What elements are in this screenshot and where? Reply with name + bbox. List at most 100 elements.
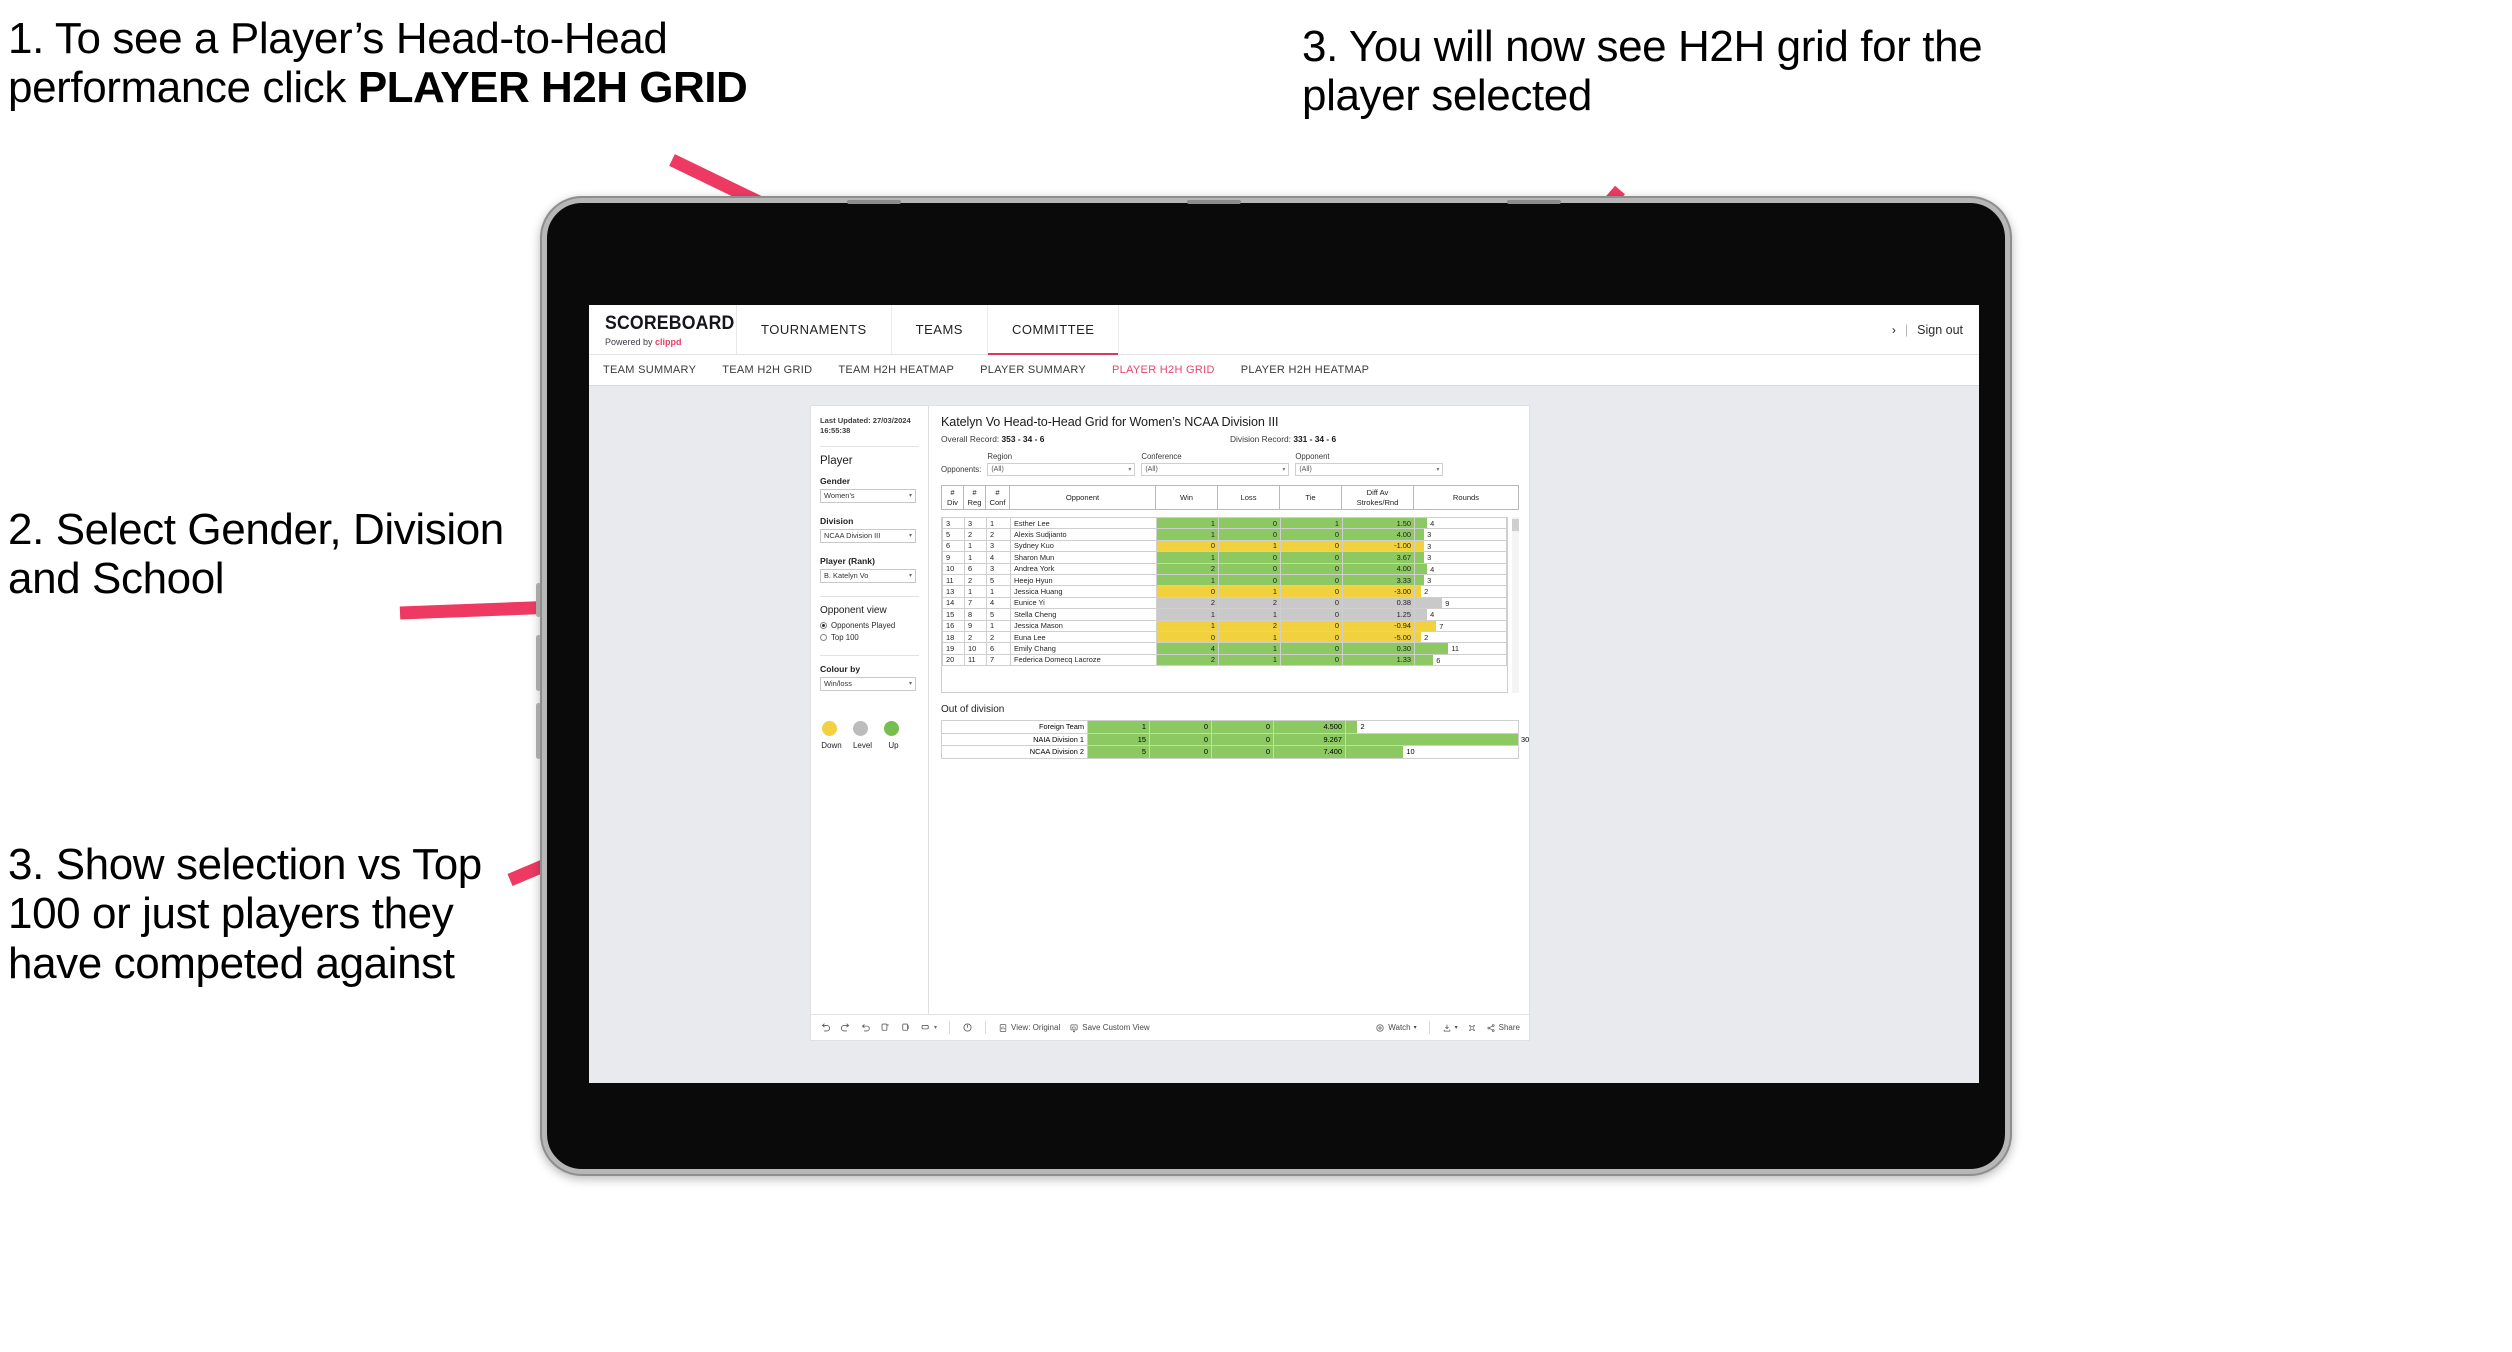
table-cell: 1 [1280,517,1343,530]
table-cell: 6 [942,539,965,553]
division-select[interactable]: NCAA Division III ▾ [820,528,916,543]
dashboard-card: Last Updated: 27/03/2024 16:55:38 Player… [811,406,1529,1040]
out-of-division-row[interactable]: NCAA Division 2 5 0 0 7.400 10 [941,745,1519,759]
refresh-icon[interactable] [880,1022,891,1033]
vertical-scrollbar[interactable] [1512,517,1519,693]
sub-nav-team-h2h-heatmap[interactable]: TEAM H2H HEATMAP [838,364,954,376]
share-button[interactable]: Share [1486,1023,1520,1033]
filter-division-label: Division [820,515,854,526]
table-row[interactable]: 18 2 2 Euna Lee 0 1 0 -5.00 2 [942,630,1507,644]
undo-icon[interactable] [820,1022,831,1033]
top-nav-committee[interactable]: COMMITTEE [987,305,1120,355]
sub-nav-player-h2h-grid[interactable]: PLAYER H2H GRID [1112,364,1215,376]
table-cell: 0 [1156,585,1219,598]
colour-by-select[interactable]: Win/loss ▾ [820,676,916,691]
out-of-division-table: Foreign Team 1 0 0 4.500 2 NAIA Division 1 15 0 0… [941,720,1529,759]
sub-nav-player-summary[interactable]: PLAYER SUMMARY [980,364,1086,376]
download-button[interactable]: ▾ [1442,1023,1458,1033]
table-row[interactable]: 15 8 5 Stella Cheng 1 1 0 1.25 4 [942,608,1507,621]
gender-select[interactable]: Women’s ▾ [820,488,916,503]
sub-nav-player-h2h-heatmap[interactable]: PLAYER H2H HEATMAP [1241,364,1369,376]
rounds-bar-cell: 4 [1414,562,1507,575]
slide-canvas: 1. To see a Player’s Head-to-Head perfor… [0,0,2512,1352]
table-row[interactable]: 6 1 3 Sydney Kuo 0 1 0 -1.00 3 [942,539,1507,553]
watch-button[interactable]: Watch ▾ [1375,1023,1417,1033]
table-cell: 4.00 [1342,562,1415,575]
table-cell: Federica Domecq Lacroze [1010,653,1157,667]
table-cell: 1 [1218,539,1281,553]
radio-selected-icon [820,621,827,629]
chevron-right-icon[interactable]: › [1892,323,1896,337]
toolbar-divider [985,1021,987,1034]
table-cell: 2 [964,528,987,541]
rounds-bar-cell: 7 [1414,619,1507,632]
table-row[interactable]: 5 2 2 Alexis Sudjianto 1 0 0 4.00 3 [942,528,1507,541]
opponent-view-title: Opponent view [820,604,887,616]
table-row[interactable]: 3 3 1 Esther Lee 1 0 1 1.50 4 [942,517,1507,530]
table-header-cell: Loss [1217,485,1280,510]
view-original-button[interactable]: View: Original [998,1023,1060,1033]
top-nav-tournaments-label: TOURNAMENTS [761,322,867,337]
table-cell: 19 [942,642,965,655]
sub-nav-team-summary[interactable]: TEAM SUMMARY [603,364,696,376]
opponent-select[interactable]: (All) ▾ [1295,463,1444,476]
brand-logo[interactable]: SCOREBOARD Powered by clippd [589,305,737,354]
share-label: Share [1498,1023,1520,1032]
table-cell: 1 [986,517,1011,530]
table-header-cell: # Div [941,485,964,510]
sub-nav-team-h2h-grid[interactable]: TEAM H2H GRID [722,364,812,376]
app-header: SCOREBOARD Powered by clippd TOURNAMENTS… [589,305,1979,355]
table-row[interactable]: 13 1 1 Jessica Huang 0 1 0 -3.00 2 [942,585,1507,598]
table-row[interactable]: 10 6 3 Andrea York 2 0 0 4.00 4 [942,562,1507,575]
legend-label-up: Up [888,740,899,750]
region-select-value: (All) [991,466,1004,473]
top-nav-tournaments[interactable]: TOURNAMENTS [737,305,892,354]
radio-top-100[interactable]: Top 100 [820,633,919,642]
player-select[interactable]: B. Katelyn Vo ▾ [820,568,916,583]
table-cell: 0 [1149,745,1212,759]
scrollbar-thumb[interactable] [1512,519,1519,531]
header-account-area: › | Sign out [1892,305,1979,354]
region-select[interactable]: (All) ▾ [987,463,1136,476]
conference-select[interactable]: (All) ▾ [1141,463,1290,476]
radio-opponents-played[interactable]: Opponents Played [820,621,919,630]
table-row[interactable]: 16 9 1 Jessica Mason 1 2 0 -0.94 7 [942,619,1507,632]
sign-out-link[interactable]: Sign out [1917,323,1963,337]
table-cell: Jessica Mason [1010,619,1157,632]
table-cell: 0 [1280,585,1343,598]
table-cell: Stella Cheng [1010,608,1157,621]
save-custom-view-button[interactable]: Save Custom View [1069,1023,1150,1033]
redo-icon[interactable] [840,1022,851,1033]
brand-tagline: Powered by clippd [605,337,736,347]
revert-icon[interactable] [860,1022,871,1033]
table-row[interactable]: 14 7 4 Eunice Yi 2 2 0 0.38 9 [942,596,1507,610]
table-cell: 3 [986,539,1011,553]
filter-player-label: Player (Rank) [820,555,875,566]
table-header-cell: Opponent [1009,485,1156,510]
out-of-division-row[interactable]: Foreign Team 1 0 0 4.500 2 [941,720,1519,734]
filter-opponent-view: Opponent view Opponents Played Top 100 [820,605,919,642]
table-cell: 7 [986,653,1011,667]
fit-dropdown[interactable]: ▾ [920,1022,937,1033]
table-cell: 0 [1211,745,1274,759]
rounds-bar-cell: 3 [1414,528,1507,541]
overall-record-label: Overall Record: [941,434,1000,444]
legend-swatch-up [884,720,899,736]
top-nav-teams[interactable]: TEAMS [892,305,988,354]
filter-colour-by: Colour by Win/loss ▾ [820,664,919,691]
table-cell: 3.67 [1342,551,1415,564]
table-cell: 1 [1218,642,1281,655]
table-cell: 0 [1280,619,1343,632]
table-row[interactable]: 20 11 7 Federica Domecq Lacroze 2 1 0 1.33 6 [942,653,1507,667]
help-icon[interactable] [962,1022,973,1033]
h2h-table-header: # Div # Reg # Conf Opponent Win Loss Tie Diff Av St… [941,485,1519,510]
out-of-division-row[interactable]: NAIA Division 1 15 0 0 9.267 30 [941,732,1529,747]
table-row[interactable]: 19 10 6 Emily Chang 4 1 0 0.30 11 [942,642,1507,655]
table-row[interactable]: 9 1 4 Sharon Mun 1 0 0 3.67 3 [942,551,1507,564]
chevron-down-icon: ▾ [908,681,912,687]
pause-icon[interactable] [900,1022,911,1033]
fullscreen-icon[interactable] [1467,1023,1477,1033]
table-row[interactable]: 11 2 5 Heejo Hyun 1 0 0 3.33 3 [942,573,1507,587]
toolbar-divider [949,1021,951,1034]
table-cell: 0 [1156,539,1219,553]
